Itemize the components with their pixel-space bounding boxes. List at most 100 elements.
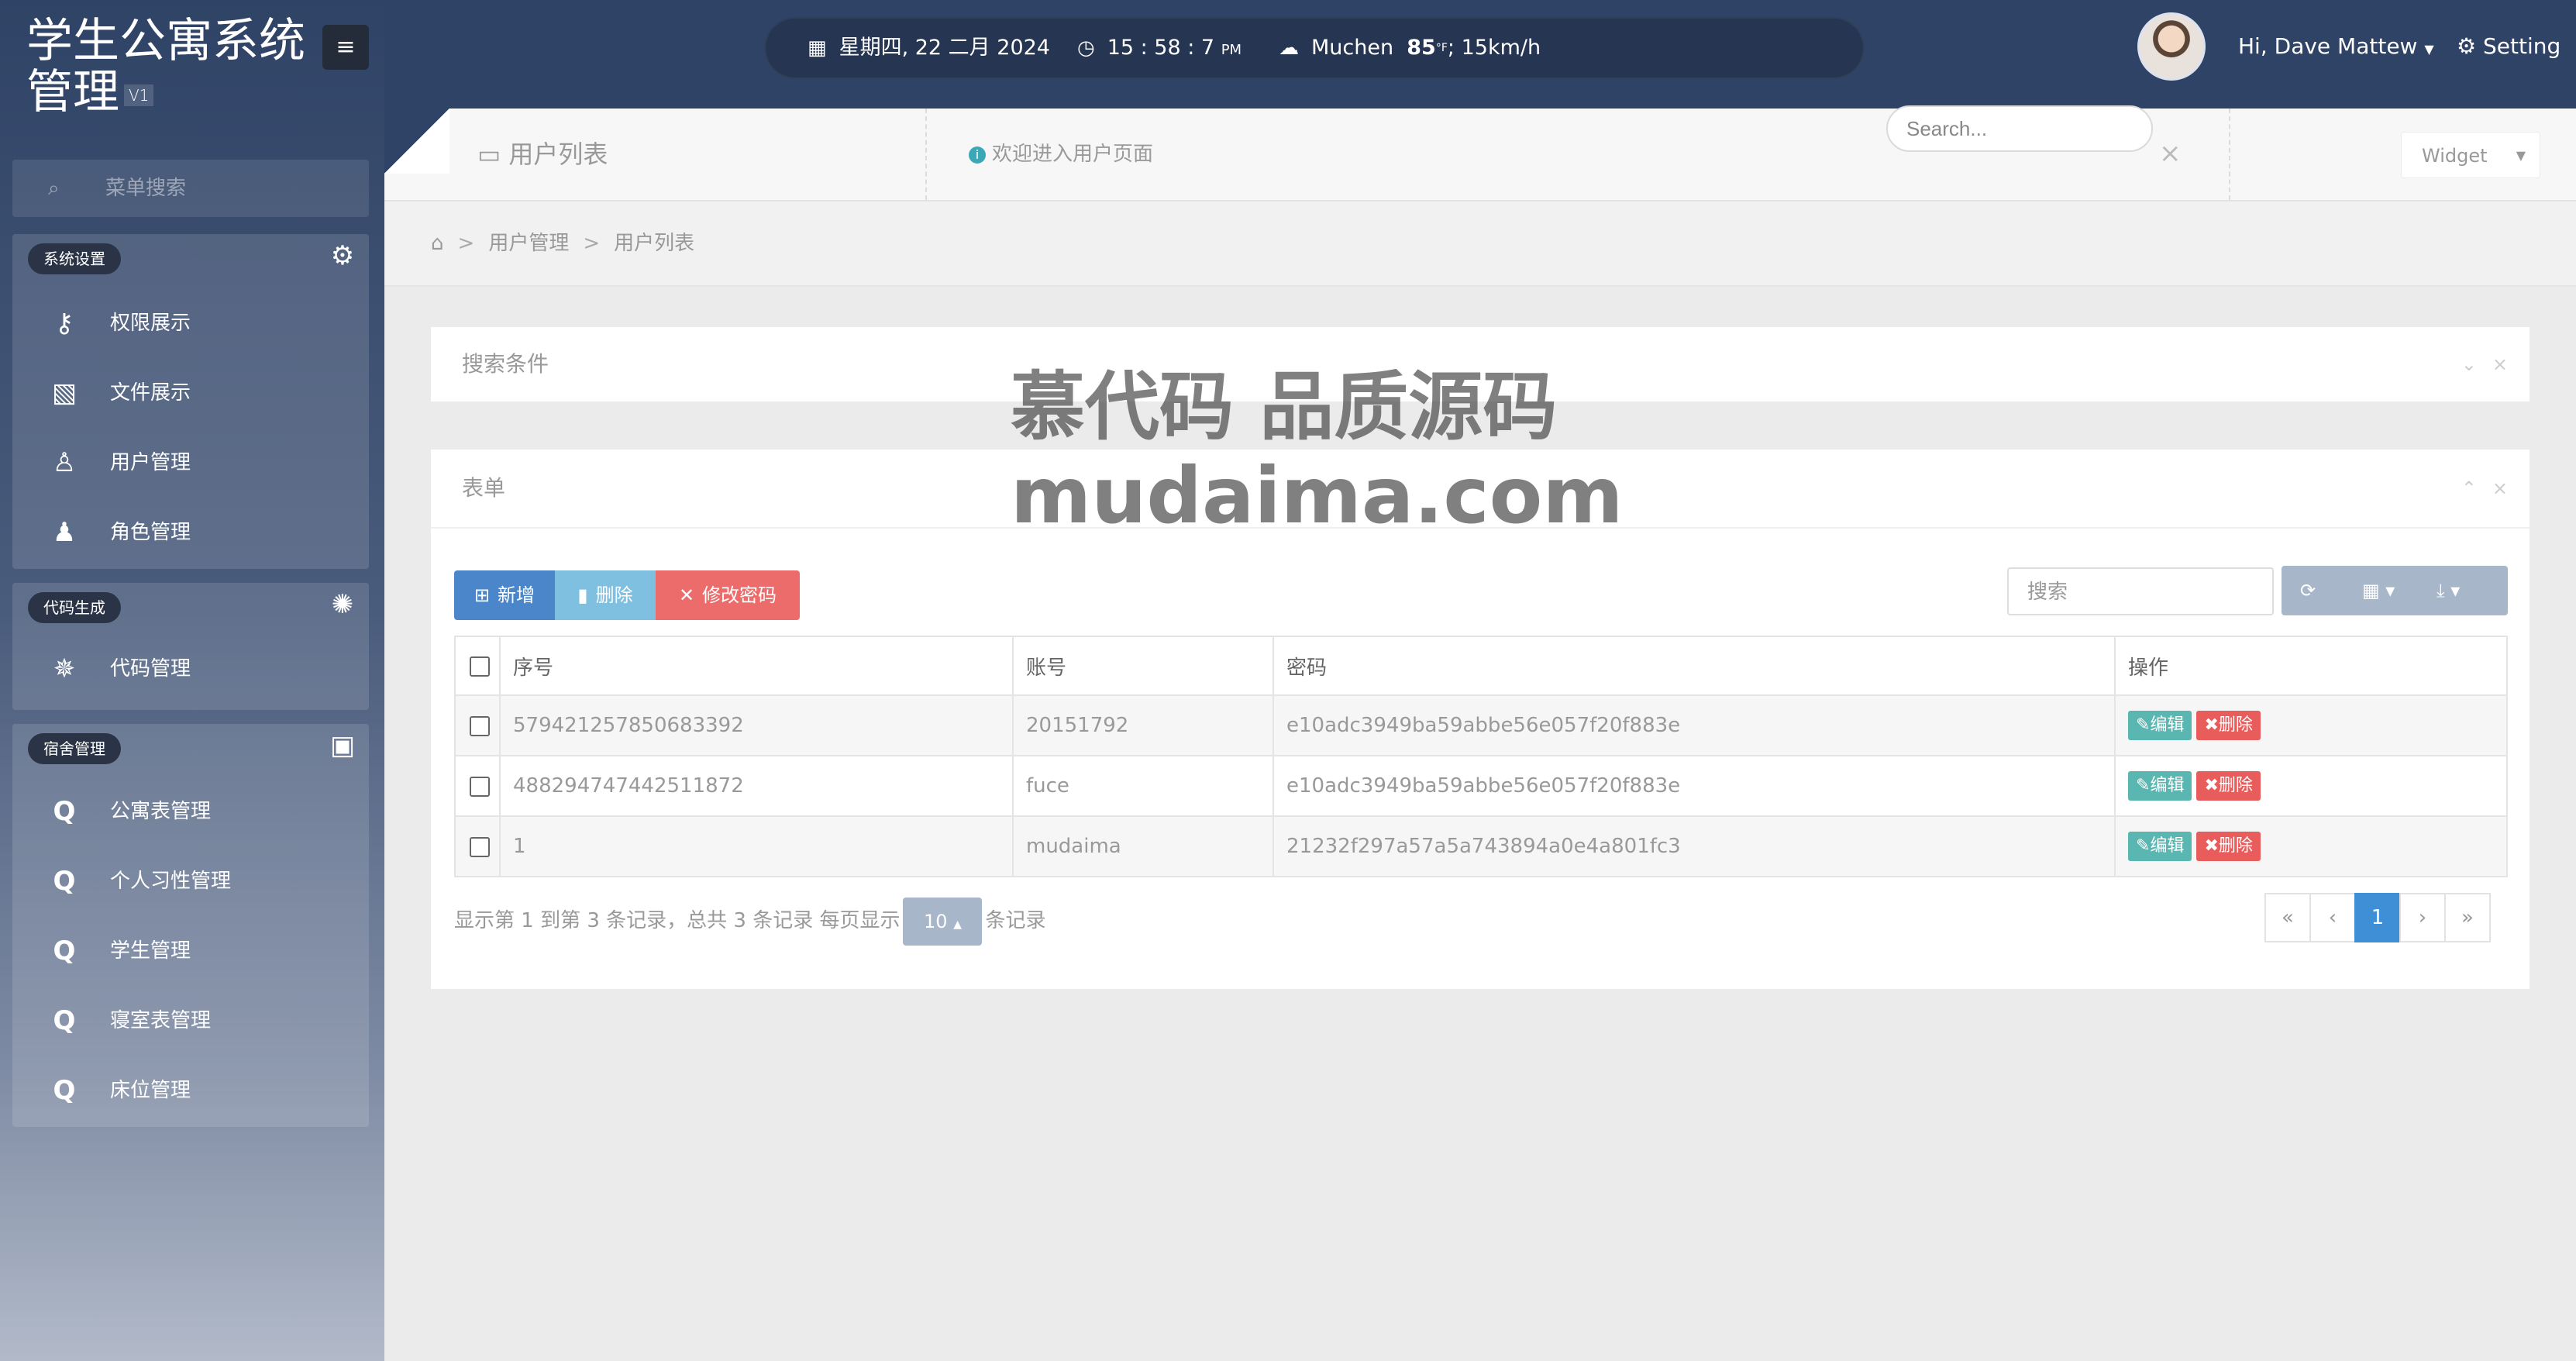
tab-bar: ▭ 用户列表 i 欢迎进入用户页面 × Widget ▼ [384,109,2576,202]
temperature-unit: °F [1435,42,1448,54]
edit-button[interactable]: ✎编辑 [2128,832,2192,861]
column-header-id[interactable]: 序号 [499,636,1014,696]
widget-dropdown[interactable]: Widget ▼ [2401,132,2540,178]
row-delete-button[interactable]: ✖删除 [2196,711,2261,740]
page-button-1[interactable]: 1 [2354,893,2401,942]
cell-id: 1 [499,815,1014,877]
sidebar-item-students[interactable]: Q 学生管理 [12,916,369,986]
key-icon: ⚷ [54,308,74,339]
add-button-label: 新增 [498,584,536,606]
user-menu[interactable]: Hi, Dave Mattew ▼ [2238,0,2434,96]
table-search-input[interactable] [2007,567,2274,615]
sidebar-item-code[interactable]: ✵ 代码管理 [12,634,369,704]
select-all-cell [454,636,501,696]
row-select-cell [454,815,501,877]
sidebar-item-files[interactable]: ▧ 文件展示 [12,358,369,428]
search-panel-title: 搜索条件 [462,351,549,377]
contact-card-icon[interactable]: ▣ [327,730,358,761]
sidebar-item-users[interactable]: ♙ 用户管理 [12,428,369,498]
sidebar-item-habits[interactable]: Q 个人习性管理 [12,846,369,916]
breadcrumb-separator: > [583,232,601,255]
breadcrumb-item[interactable]: 用户管理 [488,232,569,255]
watermark-line-2: mudaima.com [1011,450,1624,541]
close-icon[interactable]: × [2492,353,2508,375]
gear-icon[interactable]: ⚙ [327,240,358,271]
cell-actions: ✎编辑 ✖删除 [2114,755,2508,817]
column-header-password[interactable]: 密码 [1273,636,2116,696]
date-text: 星期四, 22 二月 2024 [839,36,1050,60]
row-checkbox[interactable] [470,836,490,857]
group-tag-system: 系统设置 [28,243,121,274]
tab-user-list[interactable]: ▭ 用户列表 [477,109,608,200]
caret-up-icon: ▲ [953,918,962,931]
edit-button[interactable]: ✎编辑 [2128,711,2192,740]
breadcrumb-item[interactable]: 用户列表 [614,232,694,255]
row-delete-button[interactable]: ✖删除 [2196,771,2261,801]
page-size-select[interactable]: 10 ▲ [903,897,983,946]
sidebar-item-beds[interactable]: Q 床位管理 [12,1056,369,1125]
change-password-button[interactable]: ✕ 修改密码 [656,570,800,620]
sidebar-item-dorms[interactable]: Q 寝室表管理 [12,986,369,1056]
weather-icon: ☁ [1279,36,1299,60]
rebel-icon[interactable]: ✺ [327,589,358,620]
panel-tools: ⌃ × [2446,450,2508,527]
row-delete-button[interactable]: ✖删除 [2196,832,2261,861]
sidebar-item-apartments[interactable]: Q 公寓表管理 [12,777,369,846]
sidebar-item-roles[interactable]: ♟ 角色管理 [12,498,369,567]
chevron-up-icon[interactable]: ⌃ [2461,477,2477,499]
q-icon: Q [53,935,76,966]
prev-page-button[interactable]: ‹ [2309,893,2356,942]
table-toolbar: ⊞ 新增 ▮ 删除 ✕ 修改密码 [454,570,800,620]
row-checkbox[interactable] [470,715,490,736]
divider [2229,109,2230,200]
calendar-icon: ▦ [808,36,827,60]
refresh-icon[interactable]: ⟳ [2300,566,2316,615]
menu-group-codegen: 代码生成 ✺ ✵ 代码管理 [12,583,369,710]
sidebar-item-label: 用户管理 [110,451,191,474]
tab-label: 用户列表 [508,140,608,169]
close-icon[interactable]: × [2492,477,2508,499]
edit-button[interactable]: ✎编辑 [2128,771,2192,801]
wind-text: ; 15km/h [1447,36,1541,60]
date-display: ▦ 星期四, 22 二月 2024 [808,17,1050,79]
temperature-text: 85 [1407,36,1436,60]
select-all-checkbox[interactable] [470,656,490,677]
add-button[interactable]: ⊞ 新增 [454,570,555,620]
menu-toggle-button[interactable]: ≡ [322,25,369,70]
panel-tools: ⌄ × [2446,327,2508,401]
global-search-input[interactable] [1886,105,2153,152]
sidebar-item-label: 寝室表管理 [110,1009,212,1032]
menu-search[interactable]: ⌕ 菜单搜索 [12,160,369,217]
export-icon[interactable]: ⤓ ▾ [2437,566,2460,615]
cell-password: e10adc3949ba59abbe56e057f20f883e [1273,755,2116,817]
first-page-button[interactable]: « [2264,893,2311,942]
home-icon[interactable]: ⌂ [431,232,444,255]
edit-label: 编辑 [2150,836,2185,856]
row-checkbox[interactable] [470,776,490,797]
setting-link[interactable]: ⚙ Setting [2457,0,2561,93]
table-row: 1 mudaima 21232f297a57a5a743894a0e4a801f… [454,815,2508,877]
chevron-down-icon[interactable]: ⌄ [2461,353,2477,375]
column-header-account[interactable]: 账号 [1012,636,1274,696]
close-icon[interactable]: × [2159,138,2182,169]
columns-icon[interactable]: ▦ ▾ [2362,566,2395,615]
clock-icon: ◷ [1077,36,1095,60]
caret-down-icon: ▼ [2424,42,2434,57]
next-page-button[interactable]: › [2399,893,2446,942]
table-tool-group: ⟳ ▦ ▾ ⤓ ▾ [2282,566,2508,615]
bug-icon: ✵ [53,653,76,684]
avatar[interactable] [2137,12,2206,81]
setting-label: Setting [2483,33,2561,59]
menu-group-dorm: 宿舍管理 ▣ Q 公寓表管理 Q 个人习性管理 Q 学生管理 Q 寝室表管理 Q… [12,724,369,1127]
corner-fold [384,109,449,174]
sidebar-item-label: 个人习性管理 [110,870,232,893]
pagination: « ‹ 1 › » [2264,893,2491,942]
widget-label: Widget [2422,145,2488,167]
sidebar-item-permissions[interactable]: ⚷ 权限展示 [12,288,369,358]
last-page-button[interactable]: » [2444,893,2491,942]
table-row: 579421257850683392 20151792 e10adc3949ba… [454,694,2508,756]
change-password-label: 修改密码 [702,584,777,606]
delete-button[interactable]: ▮ 删除 [555,570,656,620]
sidebar-item-label: 权限展示 [110,312,191,335]
breadcrumb: ⌂ > 用户管理 > 用户列表 [431,202,694,285]
